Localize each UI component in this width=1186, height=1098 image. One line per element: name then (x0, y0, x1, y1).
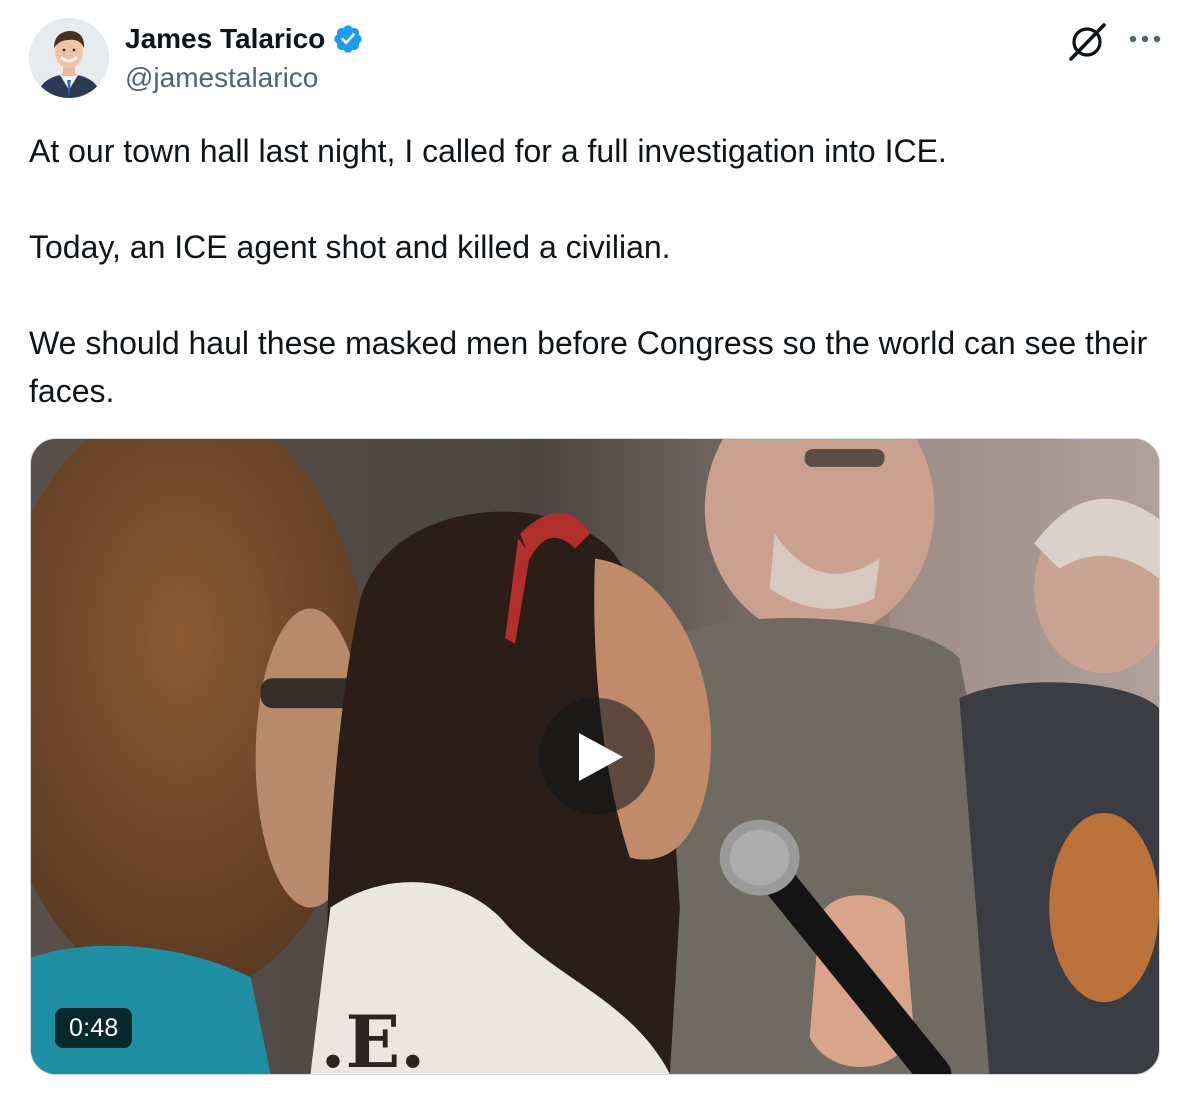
grok-icon[interactable] (1067, 21, 1109, 61)
author-block: James Talarico @jamestalarico (125, 20, 364, 97)
tweet: James Talarico @jamestalarico At our tow… (0, 0, 1186, 1098)
play-icon (579, 733, 623, 781)
avatar[interactable] (29, 18, 109, 98)
video-duration-badge: 0:48 (55, 1008, 133, 1048)
tweet-paragraph: At our town hall last night, I called fo… (29, 133, 947, 169)
play-button[interactable] (539, 698, 655, 814)
shirt-lettering: .E. (320, 1000, 425, 1074)
verified-badge-icon (332, 23, 364, 55)
video-player[interactable]: .E. 0:48 (30, 438, 1160, 1075)
more-options-icon[interactable] (1125, 23, 1165, 55)
tweet-paragraph: We should haul these masked men before C… (29, 325, 1148, 409)
tweet-text: At our town hall last night, I called fo… (29, 127, 1169, 415)
name-row: James Talarico (125, 20, 364, 58)
avatar-photo (29, 18, 109, 98)
display-name[interactable]: James Talarico (125, 20, 325, 58)
tweet-paragraph: Today, an ICE agent shot and killed a ci… (29, 229, 671, 265)
handle[interactable]: @jamestalarico (125, 59, 364, 97)
